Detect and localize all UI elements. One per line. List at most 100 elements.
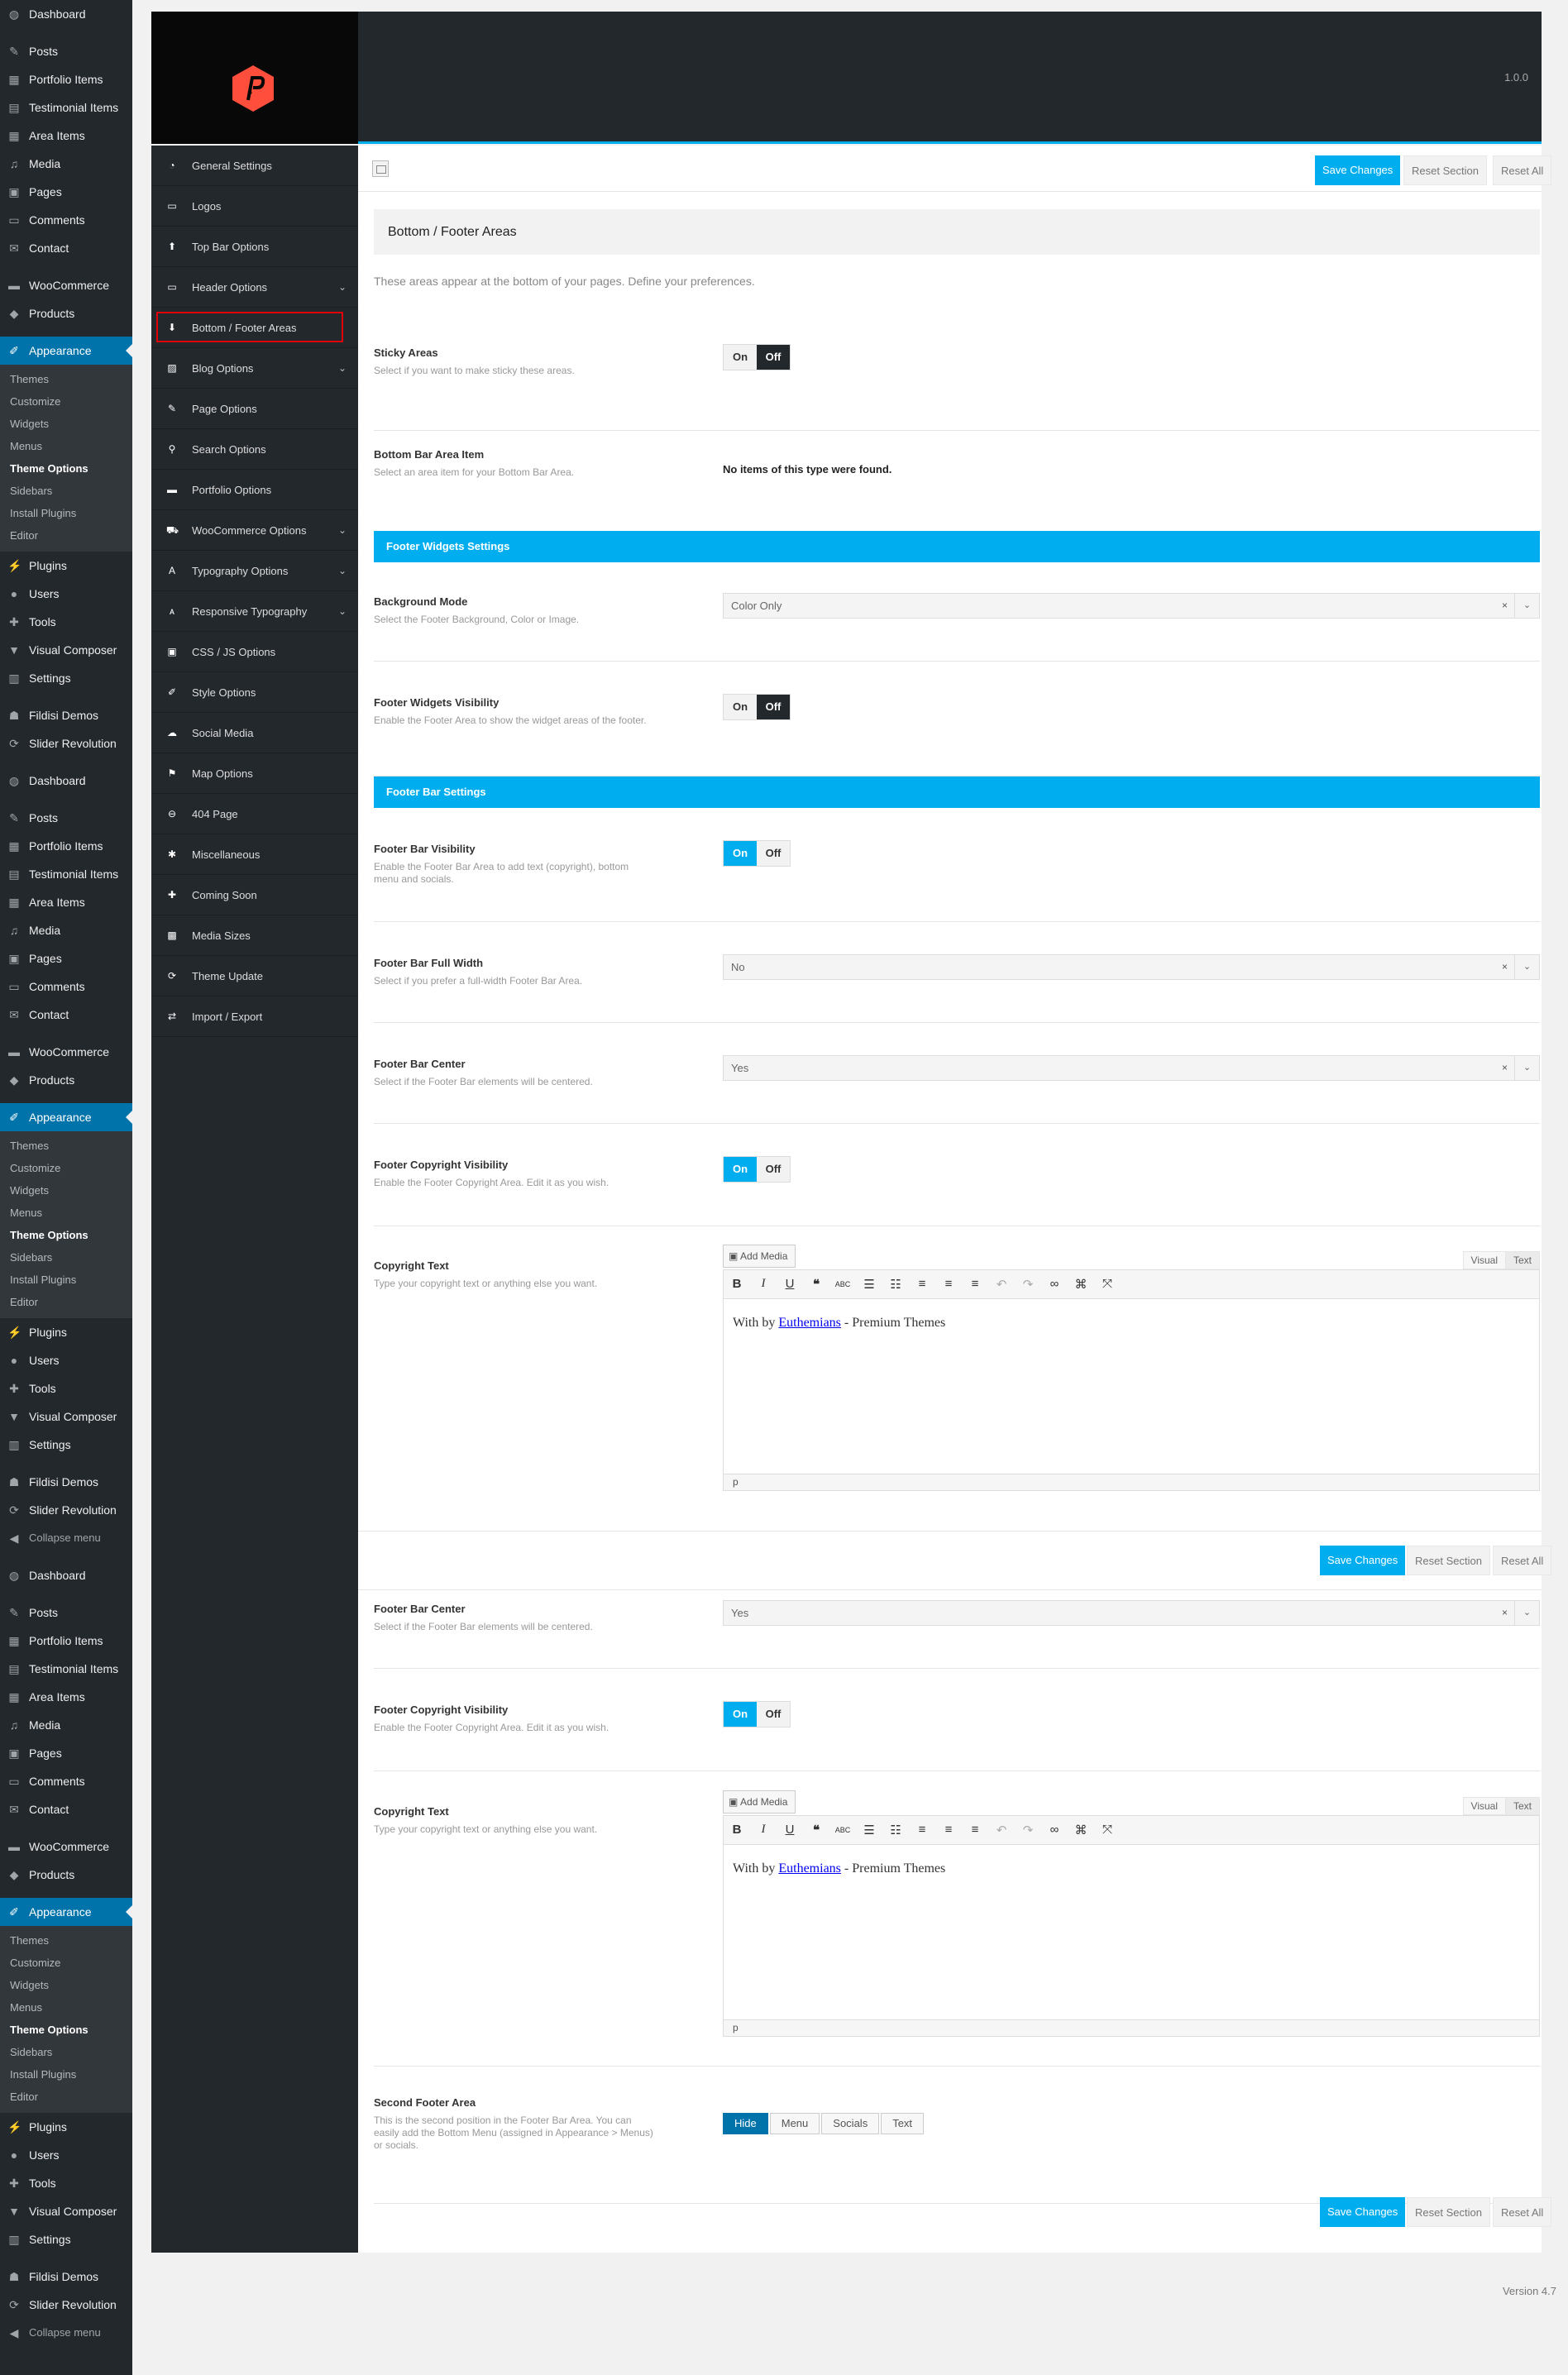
menu-item-products[interactable]: ◆ Products bbox=[0, 1861, 132, 1889]
submenu-item-widgets[interactable]: Widgets bbox=[0, 1974, 132, 1996]
blockquote-icon[interactable]: ❝ bbox=[808, 1823, 825, 1837]
unlink-icon[interactable]: ⌘ bbox=[1073, 1823, 1089, 1837]
clear-icon[interactable]: × bbox=[1502, 594, 1508, 618]
chevron-down-icon[interactable]: ⌄ bbox=[338, 348, 347, 389]
menu-item-products[interactable]: ◆ Products bbox=[0, 299, 132, 327]
footer-copyright-visibility-toggle[interactable]: On Off bbox=[723, 1156, 791, 1183]
footer-bar-visibility-toggle[interactable]: On Off bbox=[723, 840, 791, 867]
strikethrough-icon[interactable]: ABC bbox=[834, 1280, 851, 1288]
align-left-icon[interactable]: ≡ bbox=[914, 1277, 930, 1291]
menu-item-pages[interactable]: ▣ Pages bbox=[0, 1739, 132, 1767]
menu-item-visual-composer[interactable]: ▼ Visual Composer bbox=[0, 1403, 132, 1431]
strikethrough-icon[interactable]: ABC bbox=[834, 1826, 851, 1834]
menu-item-comments[interactable]: ▭ Comments bbox=[0, 206, 132, 234]
menu-item-fildisi-demos[interactable]: ☗ Fildisi Demos bbox=[0, 1468, 132, 1496]
options-menu-item-css-js-options[interactable]: ▣ CSS / JS Options bbox=[151, 632, 358, 672]
menu-item-users[interactable]: ● Users bbox=[0, 2141, 132, 2169]
tab-visual[interactable]: Visual bbox=[1462, 1251, 1506, 1269]
option-menu[interactable]: Menu bbox=[769, 2113, 820, 2134]
toggle-off[interactable]: Off bbox=[757, 345, 790, 370]
menu-item-posts[interactable]: ✎ Posts bbox=[0, 37, 132, 65]
submenu-item-customize[interactable]: Customize bbox=[0, 1952, 132, 1974]
reset-section-button[interactable]: Reset Section bbox=[1403, 155, 1487, 185]
blockquote-icon[interactable]: ❝ bbox=[808, 1277, 825, 1292]
redo-icon[interactable]: ↷ bbox=[1020, 1277, 1036, 1292]
menu-item-woocommerce[interactable]: ▬ WooCommerce bbox=[0, 1833, 132, 1861]
menu-item-media[interactable]: ♫ Media bbox=[0, 150, 132, 178]
toggle-off[interactable]: Off bbox=[757, 841, 790, 866]
submenu-item-editor[interactable]: Editor bbox=[0, 2086, 132, 2108]
menu-item-slider-revolution[interactable]: ⟳ Slider Revolution bbox=[0, 729, 132, 757]
add-media-button[interactable]: ▣ Add Media bbox=[723, 1790, 796, 1814]
submenu-item-themes[interactable]: Themes bbox=[0, 368, 132, 390]
menu-item-posts[interactable]: ✎ Posts bbox=[0, 1598, 132, 1627]
submenu-item-menus[interactable]: Menus bbox=[0, 1202, 132, 1224]
reset-all-button[interactable]: Reset All bbox=[1493, 155, 1552, 185]
undo-icon[interactable]: ↶ bbox=[993, 1823, 1010, 1837]
background-mode-select[interactable]: Color Only × ⌄ bbox=[723, 593, 1540, 619]
menu-item-fildisi-demos[interactable]: ☗ Fildisi Demos bbox=[0, 701, 132, 729]
options-menu-item-social-media[interactable]: ☁ Social Media bbox=[151, 713, 358, 753]
menu-item-woocommerce[interactable]: ▬ WooCommerce bbox=[0, 271, 132, 299]
tab-visual[interactable]: Visual bbox=[1462, 1797, 1506, 1815]
align-right-icon[interactable]: ≡ bbox=[967, 1277, 983, 1291]
submenu-item-install-plugins[interactable]: Install Plugins bbox=[0, 2063, 132, 2086]
menu-item-appearance[interactable]: ✐ Appearance bbox=[0, 1103, 132, 1131]
bold-icon[interactable]: B bbox=[729, 1823, 745, 1837]
submenu-item-customize[interactable]: Customize bbox=[0, 1157, 132, 1179]
bold-icon[interactable]: B bbox=[729, 1277, 745, 1291]
reset-all-button[interactable]: Reset All bbox=[1493, 1546, 1552, 1575]
fullscreen-icon[interactable]: ⤧ bbox=[1099, 1277, 1116, 1291]
menu-item-plugins[interactable]: ⚡ Plugins bbox=[0, 1318, 132, 1346]
submenu-item-sidebars[interactable]: Sidebars bbox=[0, 480, 132, 502]
menu-item-plugins[interactable]: ⚡ Plugins bbox=[0, 2113, 132, 2141]
menu-item-appearance[interactable]: ✐ Appearance bbox=[0, 337, 132, 365]
bullet-list-icon[interactable]: ☰ bbox=[861, 1277, 877, 1292]
toggle-on[interactable]: On bbox=[724, 1702, 757, 1727]
menu-item-slider-revolution[interactable]: ⟳ Slider Revolution bbox=[0, 2291, 132, 2319]
options-menu-item-search-options[interactable]: ⚲ Search Options bbox=[151, 429, 358, 470]
options-menu-item-top-bar-options[interactable]: ⬆ Top Bar Options bbox=[151, 227, 358, 267]
options-menu-item-logos[interactable]: ▭ Logos bbox=[151, 186, 358, 227]
options-menu-item-header-options[interactable]: ▭ Header Options ⌄ bbox=[151, 267, 358, 308]
menu-item-area-items[interactable]: ▦ Area Items bbox=[0, 122, 132, 150]
link-icon[interactable]: ∞ bbox=[1046, 1277, 1063, 1291]
options-menu-item-bottom-footer-areas[interactable]: ⬇ Bottom / Footer Areas bbox=[151, 308, 358, 348]
clear-icon[interactable]: × bbox=[1502, 1601, 1508, 1625]
menu-item-tools[interactable]: ✚ Tools bbox=[0, 1374, 132, 1403]
toggle-off[interactable]: Off bbox=[757, 1702, 790, 1727]
toggle-on[interactable]: On bbox=[724, 1157, 757, 1182]
options-menu-item-coming-soon[interactable]: ✚ Coming Soon bbox=[151, 875, 358, 915]
link-icon[interactable]: ∞ bbox=[1046, 1823, 1063, 1837]
redo-icon[interactable]: ↷ bbox=[1020, 1823, 1036, 1837]
options-menu-item-map-options[interactable]: ⚑ Map Options bbox=[151, 753, 358, 794]
menu-item-products[interactable]: ◆ Products bbox=[0, 1066, 132, 1094]
options-menu-item-responsive-typography[interactable]: ᴀ Responsive Typography ⌄ bbox=[151, 591, 358, 632]
footer-copyright-visibility-toggle[interactable]: On Off bbox=[723, 1701, 791, 1727]
collapse-menu[interactable]: ◀ Collapse menu bbox=[0, 2319, 132, 2347]
add-media-button[interactable]: ▣ Add Media bbox=[723, 1245, 796, 1268]
submenu-item-sidebars[interactable]: Sidebars bbox=[0, 1246, 132, 1269]
chevron-down-icon[interactable]: ⌄ bbox=[1514, 594, 1539, 618]
undo-icon[interactable]: ↶ bbox=[993, 1277, 1010, 1292]
options-menu-item-miscellaneous[interactable]: ✱ Miscellaneous bbox=[151, 834, 358, 875]
menu-item-fildisi-demos[interactable]: ☗ Fildisi Demos bbox=[0, 2263, 132, 2291]
menu-item-area-items[interactable]: ▦ Area Items bbox=[0, 888, 132, 916]
option-socials[interactable]: Socials bbox=[821, 2113, 880, 2134]
footer-widgets-visibility-toggle[interactable]: On Off bbox=[723, 694, 791, 720]
editor-link[interactable]: Euthemians bbox=[778, 1316, 841, 1330]
menu-item-contact[interactable]: ✉ Contact bbox=[0, 1795, 132, 1823]
menu-item-users[interactable]: ● Users bbox=[0, 1346, 132, 1374]
submenu-item-install-plugins[interactable]: Install Plugins bbox=[0, 502, 132, 524]
menu-item-settings[interactable]: ▥ Settings bbox=[0, 1431, 132, 1459]
menu-item-visual-composer[interactable]: ▼ Visual Composer bbox=[0, 636, 132, 664]
options-menu-item-typography-options[interactable]: A Typography Options ⌄ bbox=[151, 551, 358, 591]
menu-item-comments[interactable]: ▭ Comments bbox=[0, 972, 132, 1001]
menu-item-contact[interactable]: ✉ Contact bbox=[0, 234, 132, 262]
underline-icon[interactable]: U bbox=[782, 1823, 798, 1837]
options-menu-item-general-settings[interactable]: ◔ General Settings bbox=[151, 146, 358, 186]
numbered-list-icon[interactable]: ☷ bbox=[887, 1823, 904, 1837]
menu-item-woocommerce[interactable]: ▬ WooCommerce bbox=[0, 1038, 132, 1066]
menu-item-dashboard[interactable]: ◍ Dashboard bbox=[0, 0, 132, 28]
toggle-on[interactable]: On bbox=[724, 841, 757, 866]
